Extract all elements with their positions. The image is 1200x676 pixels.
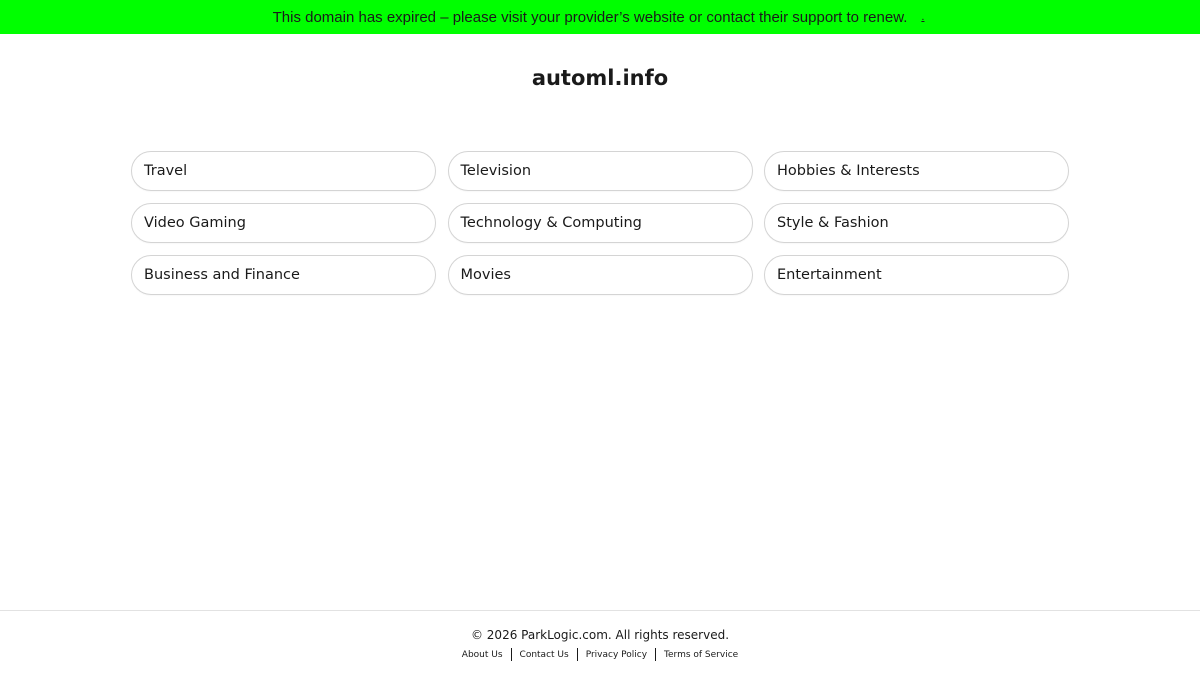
category-link-video-gaming[interactable]: Video Gaming [131,203,436,243]
category-link-business-finance[interactable]: Business and Finance [131,255,436,295]
footer-links: About Us Contact Us Privacy Policy Terms… [0,648,1200,661]
category-link-movies[interactable]: Movies [447,255,753,295]
footer: © 2026 ParkLogic.com. All rights reserve… [0,610,1200,676]
category-link-travel[interactable]: Travel [131,151,436,191]
category-link-hobbies-interests[interactable]: Hobbies & Interests [764,151,1069,191]
category-link-entertainment[interactable]: Entertainment [764,255,1069,295]
footer-link-about-us[interactable]: About Us [454,650,511,660]
footer-link-contact-us[interactable]: Contact Us [512,650,577,660]
category-link-television[interactable]: Television [447,151,753,191]
site-title: automl.info [531,66,669,90]
category-link-style-fashion[interactable]: Style & Fashion [764,203,1069,243]
banner-message: This domain has expired – please visit y… [272,8,908,26]
footer-link-privacy-policy[interactable]: Privacy Policy [578,650,655,660]
copyright-text: © 2026 ParkLogic.com. All rights reserve… [470,628,730,642]
category-grid: Travel Television Hobbies & Interests Vi… [131,151,1069,295]
banner-link[interactable]: . [921,11,927,23]
expired-domain-banner: This domain has expired – please visit y… [0,0,1200,34]
category-link-technology-computing[interactable]: Technology & Computing [447,203,753,243]
footer-link-terms-of-service[interactable]: Terms of Service [656,650,746,660]
